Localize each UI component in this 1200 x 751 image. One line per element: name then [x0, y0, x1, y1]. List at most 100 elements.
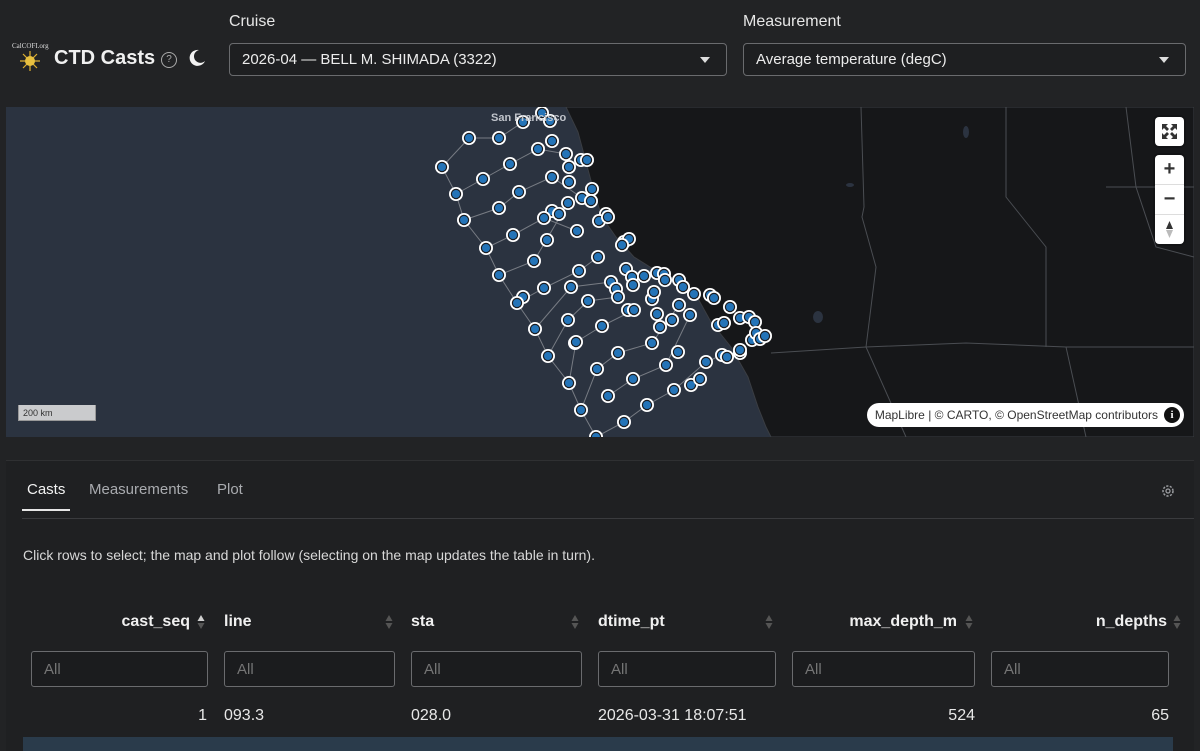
station-marker[interactable] — [590, 362, 604, 376]
station-marker[interactable] — [562, 175, 576, 189]
station-marker[interactable] — [653, 320, 667, 334]
station-marker[interactable] — [562, 376, 576, 390]
station-marker[interactable] — [627, 303, 641, 317]
station-marker[interactable] — [626, 278, 640, 292]
compass-icon[interactable] — [1155, 215, 1184, 244]
sort-icon[interactable] — [965, 613, 973, 631]
info-icon[interactable]: i — [1164, 407, 1180, 423]
station-marker[interactable] — [574, 403, 588, 417]
column-header-n-depths[interactable]: n_depths — [1096, 613, 1167, 631]
basemap[interactable] — [6, 107, 1194, 437]
zoom-in-button[interactable]: + — [1155, 155, 1184, 185]
station-marker[interactable] — [601, 389, 615, 403]
station-marker[interactable] — [693, 372, 707, 386]
station-marker[interactable] — [717, 316, 731, 330]
station-marker[interactable] — [559, 147, 573, 161]
station-marker[interactable] — [707, 291, 721, 305]
station-marker[interactable] — [552, 207, 566, 221]
sort-asc-icon[interactable] — [197, 613, 205, 631]
station-marker[interactable] — [510, 296, 524, 310]
station-marker[interactable] — [671, 345, 685, 359]
fullscreen-icon[interactable] — [1155, 117, 1184, 146]
station-marker[interactable] — [667, 383, 681, 397]
station-marker[interactable] — [687, 287, 701, 301]
station-marker[interactable] — [758, 329, 772, 343]
station-marker[interactable] — [645, 336, 659, 350]
station-marker[interactable] — [611, 290, 625, 304]
filter-max-depth-m[interactable] — [792, 651, 975, 687]
station-marker[interactable] — [733, 343, 747, 357]
station-marker[interactable] — [584, 194, 598, 208]
dark-mode-moon-icon[interactable] — [188, 49, 206, 67]
station-marker[interactable] — [462, 131, 476, 145]
filter-n-depths[interactable] — [991, 651, 1169, 687]
filter-line[interactable] — [224, 651, 395, 687]
gear-icon[interactable] — [1160, 483, 1176, 499]
station-marker[interactable] — [672, 298, 686, 312]
station-marker[interactable] — [580, 153, 594, 167]
osm-link[interactable]: OpenStreetMap — [1007, 408, 1092, 422]
next-row-highlight[interactable] — [23, 737, 1173, 751]
station-marker[interactable] — [659, 358, 673, 372]
maplibre-link[interactable]: MapLibre — [875, 408, 925, 422]
station-marker[interactable] — [650, 307, 664, 321]
station-marker[interactable] — [476, 172, 490, 186]
station-marker[interactable] — [545, 134, 559, 148]
station-marker[interactable] — [601, 210, 615, 224]
station-marker[interactable] — [503, 157, 517, 171]
station-marker[interactable] — [626, 372, 640, 386]
sort-icon[interactable] — [765, 613, 773, 631]
station-marker[interactable] — [537, 211, 551, 225]
station-marker[interactable] — [531, 142, 545, 156]
fullscreen-control[interactable] — [1155, 117, 1184, 146]
column-header-line[interactable]: line — [224, 613, 252, 631]
column-header-dtime-pt[interactable]: dtime_pt — [598, 613, 665, 631]
station-marker[interactable] — [449, 187, 463, 201]
station-marker[interactable] — [720, 350, 734, 364]
station-marker[interactable] — [683, 308, 697, 322]
station-marker[interactable] — [492, 268, 506, 282]
filter-dtime-pt[interactable] — [598, 651, 776, 687]
help-icon[interactable]: ? — [161, 52, 177, 68]
station-marker[interactable] — [561, 196, 575, 210]
station-marker[interactable] — [595, 319, 609, 333]
station-marker[interactable] — [541, 349, 555, 363]
filter-cast-seq[interactable] — [31, 651, 208, 687]
station-marker[interactable] — [561, 313, 575, 327]
station-marker[interactable] — [512, 185, 526, 199]
station-marker[interactable] — [540, 233, 554, 247]
station-marker[interactable] — [637, 269, 651, 283]
zoom-out-button[interactable]: − — [1155, 185, 1184, 215]
column-header-sta[interactable]: sta — [411, 613, 434, 631]
tab-casts[interactable]: Casts — [22, 481, 71, 511]
station-marker[interactable] — [570, 224, 584, 238]
station-marker[interactable] — [492, 201, 506, 215]
station-marker[interactable] — [492, 131, 506, 145]
tab-measurements[interactable]: Measurements — [84, 481, 193, 511]
station-marker[interactable] — [589, 430, 603, 437]
station-marker[interactable] — [506, 228, 520, 242]
sort-icon[interactable] — [385, 613, 393, 631]
station-marker[interactable] — [545, 170, 559, 184]
filter-sta[interactable] — [411, 651, 582, 687]
station-marker[interactable] — [581, 294, 595, 308]
station-marker[interactable] — [435, 160, 449, 174]
station-marker[interactable] — [528, 322, 542, 336]
station-marker[interactable] — [527, 254, 541, 268]
column-header-max-depth-m[interactable]: max_depth_m — [849, 613, 957, 631]
station-map[interactable]: San Francisco + − 200 km MapLibre | © CA… — [6, 107, 1194, 437]
measurement-select[interactable]: Average temperature (degC) — [743, 43, 1186, 76]
station-marker[interactable] — [562, 160, 576, 174]
station-marker[interactable] — [647, 285, 661, 299]
station-marker[interactable] — [640, 398, 654, 412]
station-marker[interactable] — [665, 313, 679, 327]
station-marker[interactable] — [479, 241, 493, 255]
station-marker[interactable] — [723, 300, 737, 314]
station-marker[interactable] — [457, 213, 471, 227]
station-marker[interactable] — [699, 355, 713, 369]
sort-icon[interactable] — [1173, 613, 1181, 631]
tab-plot[interactable]: Plot — [212, 481, 248, 511]
column-header-cast-seq[interactable]: cast_seq — [122, 613, 191, 631]
sort-icon[interactable] — [571, 613, 579, 631]
station-marker[interactable] — [611, 346, 625, 360]
